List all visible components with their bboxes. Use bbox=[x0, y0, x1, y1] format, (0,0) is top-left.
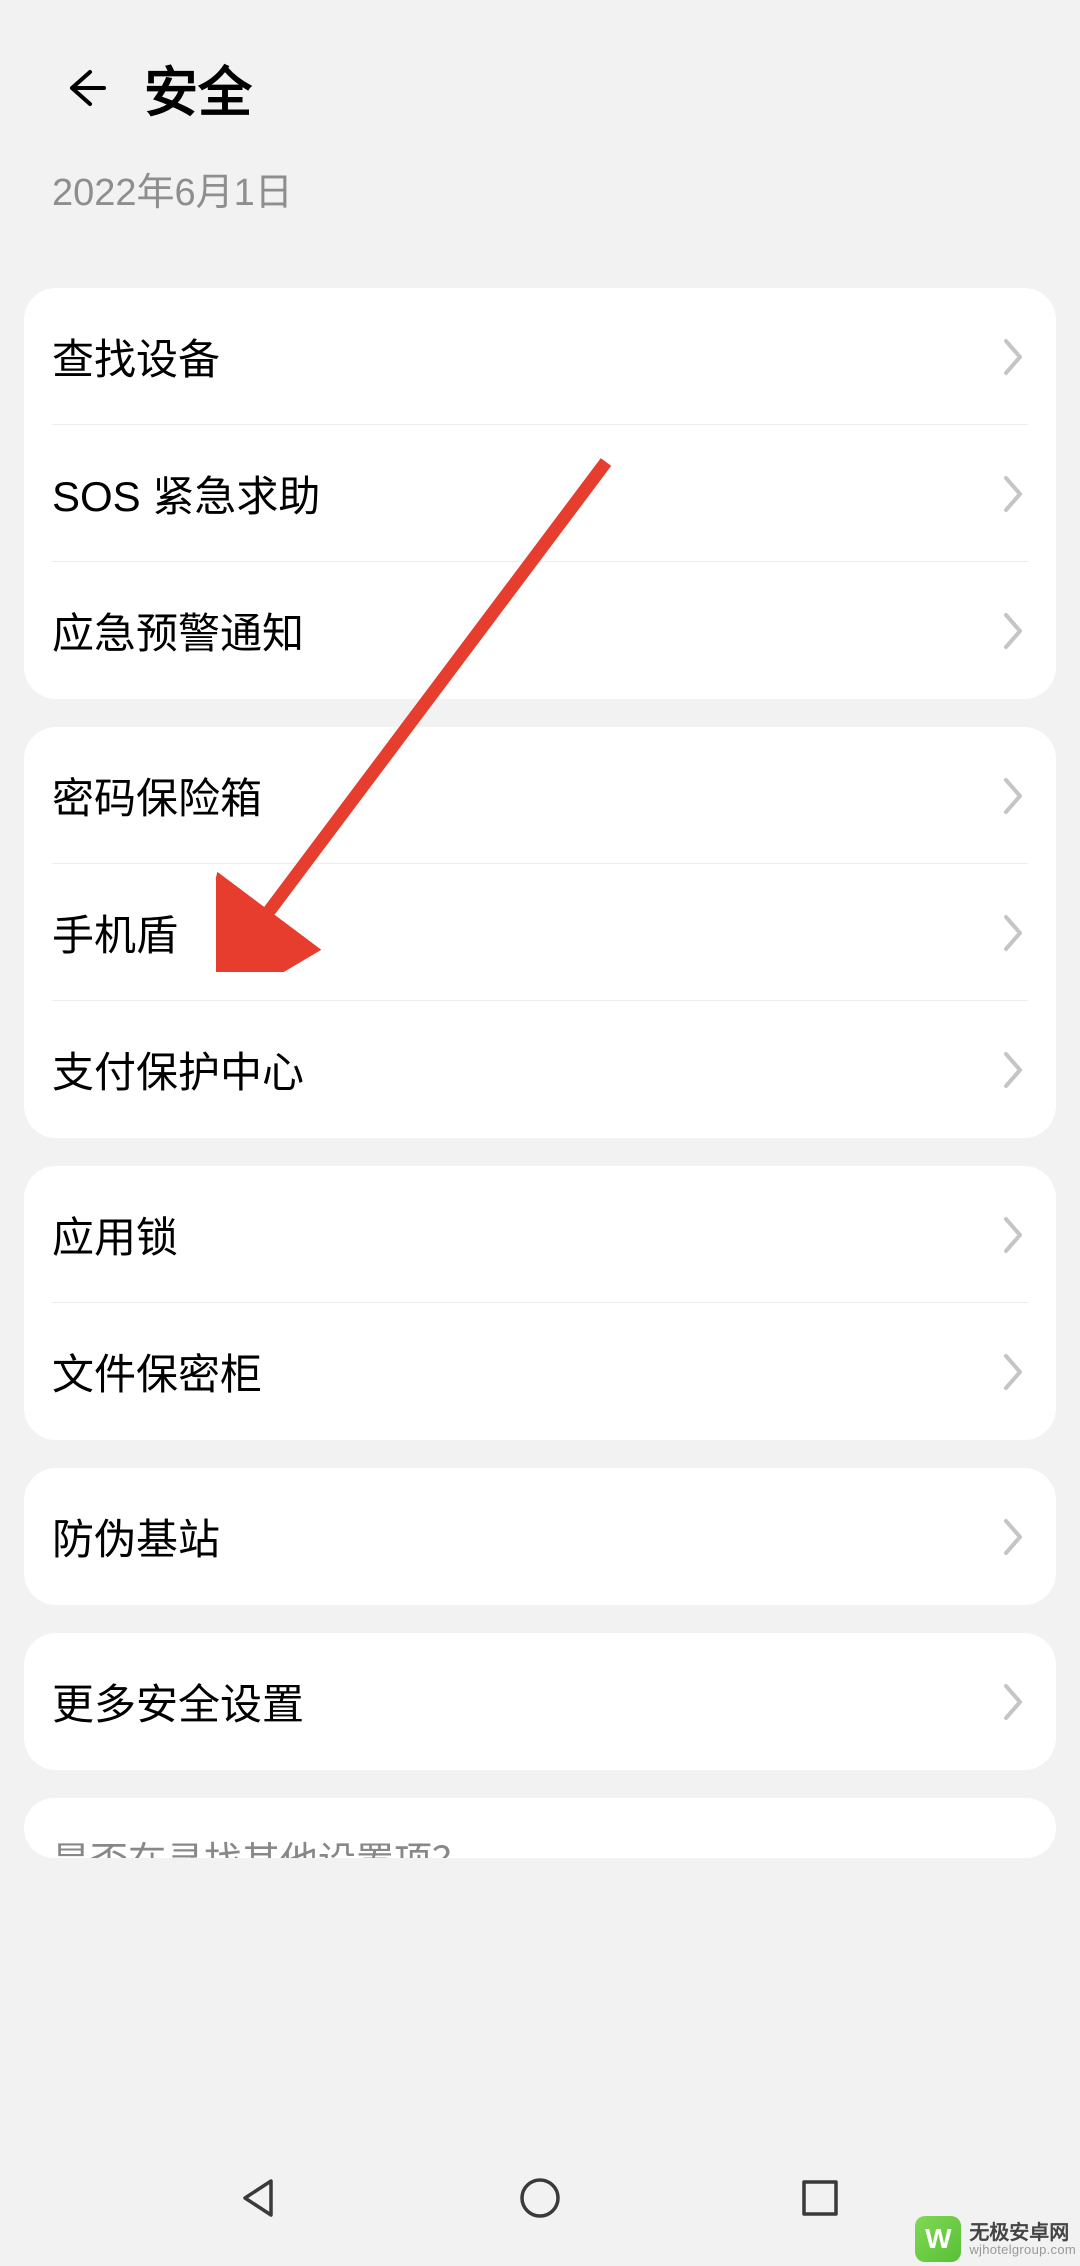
circle-home-icon bbox=[517, 2175, 563, 2221]
back-button[interactable] bbox=[60, 64, 108, 112]
row-label: 查找设备 bbox=[52, 326, 220, 387]
row-label: 更多安全设置 bbox=[52, 1671, 304, 1732]
row-file-safe[interactable]: 文件保密柜 bbox=[24, 1303, 1056, 1440]
row-payment-protection[interactable]: 支付保护中心 bbox=[24, 1001, 1056, 1138]
row-label: 防伪基站 bbox=[52, 1506, 220, 1567]
row-password-vault[interactable]: 密码保险箱 bbox=[24, 727, 1056, 864]
row-label: 文件保密柜 bbox=[52, 1341, 262, 1402]
chevron-right-icon bbox=[1002, 776, 1026, 816]
watermark-logo-icon bbox=[915, 2216, 961, 2262]
settings-group-4: 防伪基站 bbox=[24, 1468, 1056, 1605]
back-arrow-icon bbox=[60, 64, 108, 112]
row-phone-shield[interactable]: 手机盾 bbox=[24, 864, 1056, 1001]
row-label: SOS 紧急求助 bbox=[52, 463, 320, 524]
page-title: 安全 bbox=[144, 48, 252, 127]
chevron-right-icon bbox=[1002, 1352, 1026, 1392]
chevron-right-icon bbox=[1002, 474, 1026, 514]
row-anti-fake-station[interactable]: 防伪基站 bbox=[24, 1468, 1056, 1605]
settings-group-1: 查找设备 SOS 紧急求助 应急预警通知 bbox=[24, 288, 1056, 699]
watermark-text: 无极安卓网 wjhotelgroup.com bbox=[969, 2223, 1076, 2256]
watermark-sub: wjhotelgroup.com bbox=[969, 2243, 1076, 2256]
row-label: 手机盾 bbox=[52, 902, 178, 963]
row-label: 应用锁 bbox=[52, 1204, 178, 1265]
row-label: 支付保护中心 bbox=[52, 1039, 304, 1100]
chevron-right-icon bbox=[1002, 1517, 1026, 1557]
date-label: 2022年6月1日 bbox=[0, 127, 1080, 216]
chevron-right-icon bbox=[1002, 1050, 1026, 1090]
watermark-main: 无极安卓网 bbox=[969, 2223, 1076, 2243]
header: 安全 bbox=[0, 0, 1080, 127]
row-more-security[interactable]: 更多安全设置 bbox=[24, 1633, 1056, 1770]
settings-group-2: 密码保险箱 手机盾 支付保护中心 bbox=[24, 727, 1056, 1138]
row-label: 是否在寻找其他设置项？ bbox=[52, 1830, 470, 1858]
chevron-right-icon bbox=[1002, 1682, 1026, 1722]
square-recent-icon bbox=[797, 2175, 843, 2221]
settings-group-5: 更多安全设置 bbox=[24, 1633, 1056, 1770]
chevron-right-icon bbox=[1002, 611, 1026, 651]
settings-group-3: 应用锁 文件保密柜 bbox=[24, 1166, 1056, 1440]
nav-home-button[interactable] bbox=[517, 2175, 563, 2221]
nav-back-button[interactable] bbox=[237, 2175, 283, 2221]
chevron-right-icon bbox=[1002, 1215, 1026, 1255]
row-partial[interactable]: 是否在寻找其他设置项？ bbox=[24, 1798, 1056, 1858]
row-emergency-alert[interactable]: 应急预警通知 bbox=[24, 562, 1056, 699]
row-find-device[interactable]: 查找设备 bbox=[24, 288, 1056, 425]
row-label: 密码保险箱 bbox=[52, 765, 262, 826]
row-sos[interactable]: SOS 紧急求助 bbox=[24, 425, 1056, 562]
watermark: 无极安卓网 wjhotelgroup.com bbox=[915, 2216, 1076, 2262]
content: 查找设备 SOS 紧急求助 应急预警通知 密码保险箱 手机盾 支付保护中心 应用… bbox=[0, 216, 1080, 1858]
chevron-right-icon bbox=[1002, 913, 1026, 953]
chevron-right-icon bbox=[1002, 337, 1026, 377]
triangle-back-icon bbox=[237, 2175, 283, 2221]
row-app-lock[interactable]: 应用锁 bbox=[24, 1166, 1056, 1303]
nav-recent-button[interactable] bbox=[797, 2175, 843, 2221]
row-label: 应急预警通知 bbox=[52, 600, 304, 661]
settings-group-partial: 是否在寻找其他设置项？ bbox=[24, 1798, 1056, 1858]
